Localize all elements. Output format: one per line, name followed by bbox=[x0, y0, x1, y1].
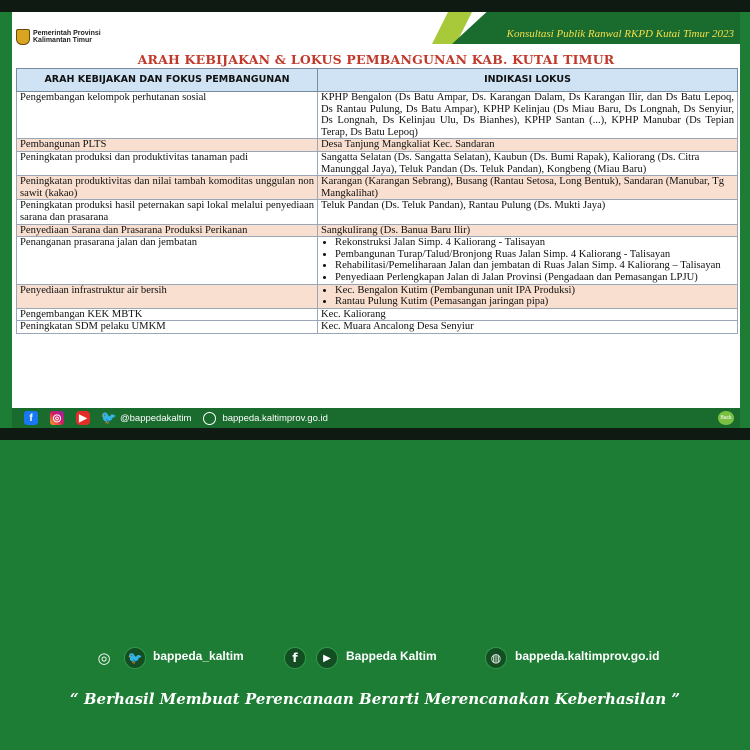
globe-icon bbox=[203, 411, 217, 425]
table-row: Peningkatan produktivitas dan nilai tamb… bbox=[16, 175, 738, 201]
presentation-slide: Pemerintah Provinsi Kalimantan Timur Kon… bbox=[12, 12, 740, 428]
table-row: Penyediaan infrastruktur air bersih Kec.… bbox=[16, 283, 738, 309]
social-website[interactable]: bappeda.kaltimprov.go.id bbox=[515, 649, 659, 663]
table-row: Peningkatan produksi dan produktivitas t… bbox=[16, 150, 738, 177]
facebook-icon[interactable]: f bbox=[284, 647, 306, 669]
top-border bbox=[0, 0, 750, 12]
lokus-cell: Sangkulirang (Ds. Banua Baru Ilir) bbox=[317, 223, 738, 238]
lokus-cell: Karangan (Karangan Sebrang), Busang (Ran… bbox=[317, 175, 738, 201]
youtube-icon[interactable]: ▶ bbox=[76, 411, 90, 425]
list-item: Penyediaan Perlengkapan Jalan di Jalan P… bbox=[335, 272, 734, 284]
kebijakan-cell: Penyediaan Sarana dan Prasarana Produksi… bbox=[16, 223, 318, 238]
column-header-kebijakan: ARAH KEBIJAKAN DAN FOKUS PEMBANGUNAN bbox=[16, 68, 318, 92]
table-row: Pengembangan kelompok perhutanan sosial … bbox=[16, 90, 738, 140]
twitter-icon[interactable]: 🐦 bbox=[101, 410, 117, 425]
kebijakan-cell: Peningkatan SDM pelaku UMKM bbox=[16, 320, 318, 334]
kebijakan-cell: Peningkatan produksi hasil peternakan sa… bbox=[16, 199, 318, 225]
kebijakan-cell: Pengembangan KEK MBTK bbox=[16, 307, 318, 322]
table-row: Pengembangan KEK MBTK Kec. Kaliorang bbox=[16, 307, 738, 322]
lokus-cell: Kec. Muara Ancalong Desa Senyiur bbox=[317, 320, 738, 334]
social-name[interactable]: Bappeda Kaltim bbox=[346, 649, 437, 663]
globe-icon: ◍ bbox=[485, 647, 507, 669]
kebijakan-cell: Penyediaan infrastruktur air bersih bbox=[16, 283, 318, 309]
konsultasi-label: Konsultasi Publik Ranwal RKPD Kutai Timu… bbox=[506, 28, 734, 40]
instagram-icon[interactable]: ◎ bbox=[50, 411, 64, 425]
slide-footer: f ◎ ▶ 🐦 @bappedakaltim bappeda.kaltimpro… bbox=[12, 408, 740, 428]
logo-line-2: Kalimantan Timur bbox=[33, 37, 92, 44]
list-item: Rehabilitasi/Pemeliharaan Jalan dan jemb… bbox=[335, 260, 734, 272]
logo-line-1: Pemerintah Provinsi bbox=[33, 30, 101, 37]
column-header-lokus: INDIKASI LOKUS bbox=[317, 68, 738, 92]
lokus-cell: Teluk Pandan (Ds. Teluk Pandan), Rantau … bbox=[317, 199, 738, 225]
table-row: Penanganan prasarana jalan dan jembatan … bbox=[16, 236, 738, 285]
list-item: Pembangunan Turap/Talud/Bronjong Ruas Ja… bbox=[335, 249, 734, 261]
social-row: ◎ 🐦 bappeda_kaltim f ▶ Bappeda Kaltim ◍ … bbox=[0, 644, 750, 672]
kebijakan-cell: Peningkatan produksi dan produktivitas t… bbox=[16, 150, 318, 177]
province-emblem-icon bbox=[16, 29, 30, 45]
list-item: Rantau Pulung Kutim (Pemasangan jaringan… bbox=[335, 296, 734, 308]
footer-website[interactable]: bappeda.kaltimprov.go.id bbox=[222, 413, 327, 424]
list-item: Rekonstruksi Jalan Simp. 4 Kaliorang - T… bbox=[335, 237, 734, 249]
lokus-cell: Rekonstruksi Jalan Simp. 4 Kaliorang - T… bbox=[317, 236, 738, 285]
youtube-icon[interactable]: ▶ bbox=[316, 647, 338, 669]
logo-text: Pemerintah Provinsi Kalimantan Timur bbox=[33, 30, 101, 44]
lokus-cell: Kec. Bengalon Kutim (Pembangunan unit IP… bbox=[317, 283, 738, 309]
kebijakan-cell: Peningkatan produktivitas dan nilai tamb… bbox=[16, 175, 318, 201]
social-handle[interactable]: bappeda_kaltim bbox=[153, 649, 244, 663]
slide-header: Pemerintah Provinsi Kalimantan Timur Kon… bbox=[12, 12, 740, 52]
lokus-cell: Desa Tanjung Mangkaliat Kec. Sandaran bbox=[317, 138, 738, 152]
instagram-icon[interactable]: ◎ bbox=[93, 647, 115, 669]
footer-handle[interactable]: @bappedakaltim bbox=[120, 413, 191, 424]
table-row: Pembangunan PLTS Desa Tanjung Mangkaliat… bbox=[16, 138, 738, 152]
table-header-row: ARAH KEBIJAKAN DAN FOKUS PEMBANGUNAN IND… bbox=[16, 68, 738, 92]
tagline: “ Berhasil Membuat Perencanaan Berarti M… bbox=[70, 690, 680, 708]
logo: Pemerintah Provinsi Kalimantan Timur bbox=[16, 26, 108, 48]
slide-title: ARAH KEBIJAKAN & LOKUS PEMBANGUNAN KAB. … bbox=[137, 52, 615, 67]
table-row: Penyediaan Sarana dan Prasarana Produksi… bbox=[16, 223, 738, 238]
lokus-cell: KPHP Bengalon (Ds Batu Ampar, Ds. Karang… bbox=[317, 90, 738, 140]
lokus-cell: Kec. Kaliorang bbox=[317, 307, 738, 322]
list-item: Kec. Bengalon Kutim (Pembangunan unit IP… bbox=[335, 285, 734, 297]
facebook-icon[interactable]: f bbox=[24, 411, 38, 425]
lokus-list: Rekonstruksi Jalan Simp. 4 Kaliorang - T… bbox=[321, 237, 734, 283]
kebijakan-cell: Pengembangan kelompok perhutanan sosial bbox=[16, 90, 318, 140]
lokus-cell: Sangatta Selatan (Ds. Sangatta Selatan),… bbox=[317, 150, 738, 177]
policy-table: ARAH KEBIJAKAN DAN FOKUS PEMBANGUNAN IND… bbox=[16, 68, 738, 334]
kebijakan-cell: Penanganan prasarana jalan dan jembatan bbox=[16, 236, 318, 285]
twitter-icon[interactable]: 🐦 bbox=[124, 647, 146, 669]
lokus-list: Kec. Bengalon Kutim (Pembangunan unit IP… bbox=[321, 285, 734, 308]
kebijakan-cell: Pembangunan PLTS bbox=[16, 138, 318, 152]
table-row: Peningkatan SDM pelaku UMKM Kec. Muara A… bbox=[16, 320, 738, 334]
table-row: Peningkatan produksi hasil peternakan sa… bbox=[16, 199, 738, 225]
dark-band bbox=[0, 428, 750, 440]
back-button[interactable]: Back bbox=[718, 411, 734, 425]
